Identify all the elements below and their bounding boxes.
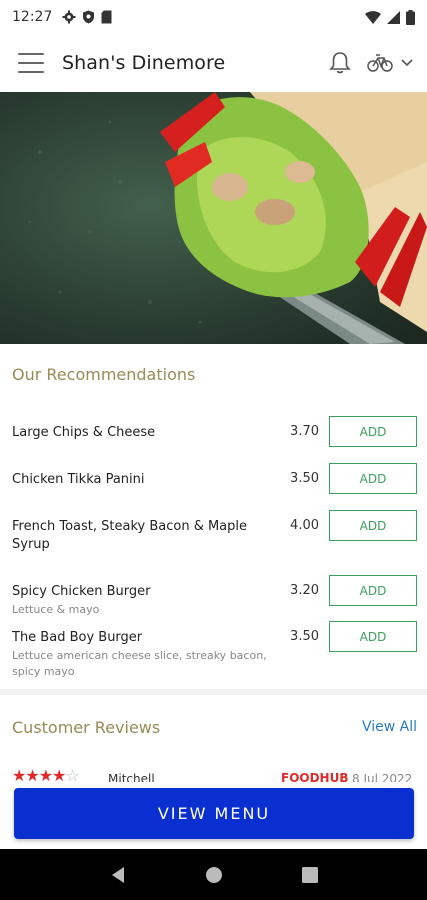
bicycle-icon [367, 54, 393, 72]
item-price: 3.70 [290, 424, 319, 439]
shield-icon [83, 10, 95, 24]
bell-icon[interactable] [329, 51, 351, 75]
wifi-icon [365, 10, 381, 24]
add-button[interactable]: ADD [329, 575, 417, 606]
item-name: Chicken Tikka Panini [12, 472, 145, 487]
add-button[interactable]: ADD [329, 416, 417, 447]
section-divider [0, 689, 427, 695]
item-name: The Bad Boy Burger [12, 630, 143, 645]
item-description: Lettuce american cheese slice, streaky b… [12, 649, 267, 678]
reviewer-name: Mitchell [108, 772, 155, 782]
item-description: Lettuce & mayo [12, 603, 100, 616]
recommendations-title: Our Recommendations [12, 365, 196, 384]
status-time: 12:27 [12, 9, 53, 25]
app-bar: Shan's Dinemore [0, 34, 427, 92]
item-price: 3.50 [290, 629, 319, 644]
view-menu-button[interactable]: VIEW MENU [14, 788, 414, 839]
review-date: 8 Jul 2022 [352, 772, 413, 782]
battery-icon [406, 9, 415, 25]
back-icon[interactable] [110, 866, 126, 884]
recents-icon[interactable] [301, 866, 318, 883]
view-all-link[interactable]: View All [362, 719, 417, 735]
item-price: 3.20 [290, 583, 319, 598]
reviews-title: Customer Reviews [12, 718, 161, 737]
review-source-logo: FOODHUB [281, 771, 349, 782]
menu-item: Large Chips & Cheese 3.70 ADD [12, 416, 417, 447]
menu-icon[interactable] [18, 53, 44, 73]
gear-icon [62, 10, 76, 24]
page-title: Shan's Dinemore [62, 52, 226, 74]
signal-icon [387, 10, 400, 24]
system-nav-bar [0, 849, 427, 900]
item-price: 4.00 [290, 518, 319, 533]
add-button[interactable]: ADD [329, 510, 417, 541]
item-name: Spicy Chicken Burger [12, 584, 151, 599]
status-bar: 12:27 [0, 0, 427, 34]
menu-item: The Bad Boy Burger Lettuce american chee… [12, 621, 417, 680]
item-name: French Toast, Steaky Bacon & Maple Syrup [12, 519, 248, 552]
sim-card-icon [101, 10, 112, 24]
menu-item: French Toast, Steaky Bacon & Maple Syrup… [12, 510, 417, 554]
hero-food-image [0, 92, 427, 344]
chevron-down-icon [401, 59, 413, 67]
menu-item: Spicy Chicken Burger Lettuce & mayo 3.20… [12, 575, 417, 618]
rating-stars: ★★★★☆ [12, 768, 80, 782]
review-card: ★★★★☆ Mitchell FOODHUB 8 Jul 2022 [12, 768, 417, 782]
add-button[interactable]: ADD [329, 621, 417, 652]
add-button[interactable]: ADD [329, 463, 417, 494]
item-price: 3.50 [290, 471, 319, 486]
home-icon[interactable] [205, 866, 223, 884]
delivery-mode-selector[interactable] [367, 53, 413, 73]
item-name: Large Chips & Cheese [12, 425, 156, 440]
menu-item: Chicken Tikka Panini 3.50 ADD [12, 463, 417, 494]
